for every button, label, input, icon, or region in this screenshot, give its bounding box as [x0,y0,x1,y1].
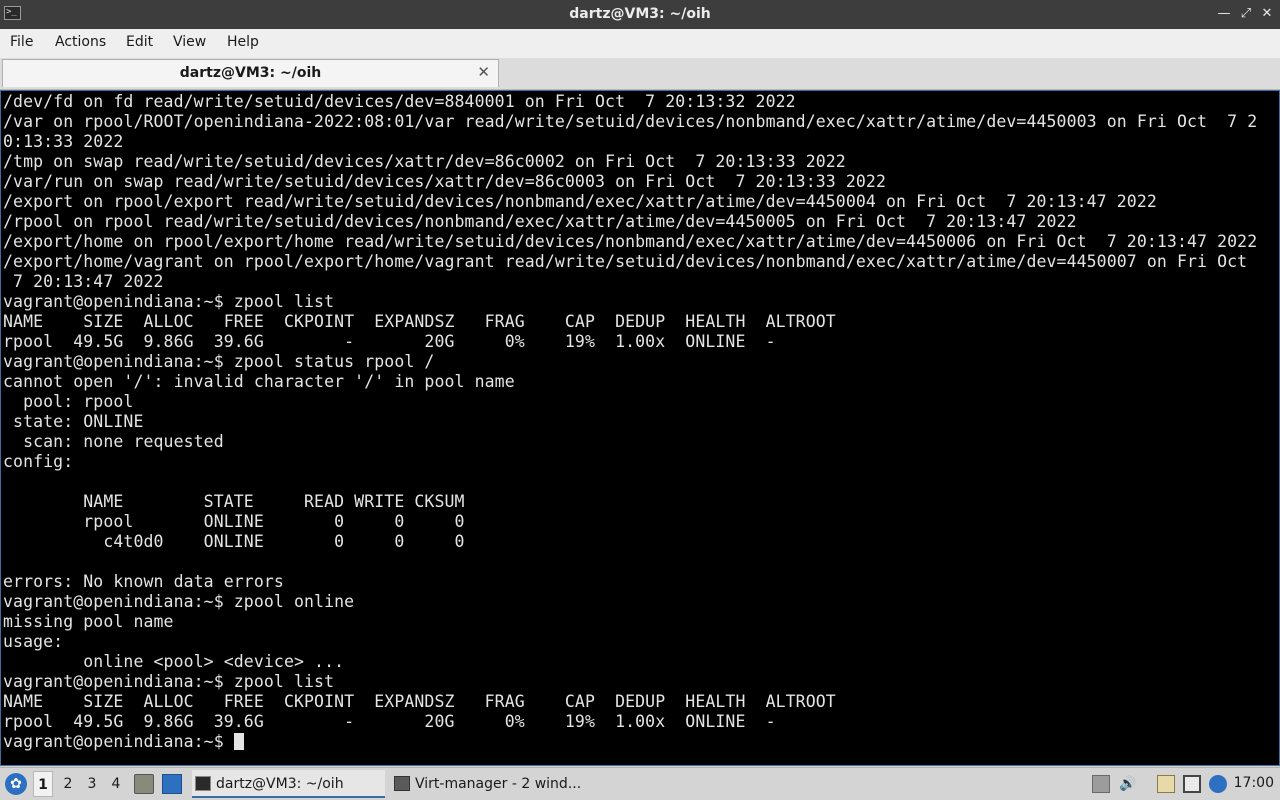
terminal-line: state: ONLINE [3,412,144,431]
clipboard-icon[interactable] [1157,775,1175,793]
tab-bar: dartz@VM3: ~/oih ✕ [0,58,1280,90]
tab-terminal[interactable]: dartz@VM3: ~/oih ✕ [2,59,499,87]
terminal-prompt: vagrant@openindiana:~$ [3,732,234,751]
eject-icon[interactable] [1092,775,1110,793]
terminal-line: missing pool name [3,612,174,631]
clock: 17:00 [1233,775,1274,791]
workspace-2[interactable]: 2 [58,771,78,797]
virt-manager-icon [394,776,410,791]
terminal-icon [195,776,211,791]
menu-help[interactable]: Help [227,34,259,50]
file-manager-icon[interactable] [134,774,154,794]
menu-actions[interactable]: Actions [55,34,106,50]
task-terminal-label: dartz@VM3: ~/oih [216,776,344,792]
terminal-line: rpool 49.5G 9.86G 39.6G - 20G 0% 19% 1.0… [3,332,776,351]
terminal-line: /rpool on rpool read/write/setuid/device… [3,212,1077,231]
workspace-4[interactable]: 4 [106,771,126,797]
terminal-line: /var/run on swap read/write/setuid/devic… [3,172,886,191]
terminal-line: config: [3,452,74,471]
network-icon[interactable] [1183,775,1201,793]
close-button[interactable]: ✕ [1259,5,1275,23]
taskbar: ✿ 1 2 3 4 dartz@VM3: ~/oih Virt-manager … [0,767,1280,800]
terminal-line: /export/home/vagrant on rpool/export/hom… [3,252,1248,271]
terminal-line: /export/home on rpool/export/home read/w… [3,232,1258,251]
terminal-line: pool: rpool [3,392,134,411]
minimize-button[interactable]: — [1216,5,1232,23]
terminal-output: /dev/fd on fd read/write/setuid/devices/… [3,92,1257,752]
task-virt-manager-label: Virt-manager - 2 wind... [415,776,582,792]
terminal-line: 7 20:13:47 2022 [3,272,164,291]
terminal-line: scan: none requested [3,432,224,451]
menu-file[interactable]: File [10,34,33,50]
terminal-line: errors: No known data errors [3,572,284,591]
terminal-line: /tmp on swap read/write/setuid/devices/x… [3,152,846,171]
updates-icon[interactable] [1209,775,1227,793]
terminal-line: /export on rpool/export read/write/setui… [3,192,1157,211]
menu-edit[interactable]: Edit [126,34,153,50]
task-terminal[interactable]: dartz@VM3: ~/oih [192,770,385,798]
terminal-line: vagrant@openindiana:~$ zpool list [3,672,335,691]
terminal-line: NAME SIZE ALLOC FREE CKPOINT EXPANDSZ FR… [3,692,836,711]
show-desktop-icon[interactable] [162,774,182,794]
workspace-1[interactable]: 1 [33,771,53,797]
terminal-line: vagrant@openindiana:~$ zpool status rpoo… [3,352,435,371]
terminal-view[interactable]: /dev/fd on fd read/write/setuid/devices/… [0,90,1280,766]
terminal-line: rpool 49.5G 9.86G 39.6G - 20G 0% 19% 1.0… [3,712,776,731]
terminal-prompt-line[interactable]: vagrant@openindiana:~$ [3,732,1257,752]
terminal-line: rpool ONLINE 0 0 0 [3,512,465,531]
terminal-line: NAME SIZE ALLOC FREE CKPOINT EXPANDSZ FR… [3,312,836,331]
terminal-line: NAME STATE READ WRITE CKSUM [3,492,465,511]
maximize-button[interactable]: ⤢ [1238,5,1254,23]
terminal-line: /dev/fd on fd read/write/setuid/devices/… [3,92,796,111]
task-virt-manager[interactable]: Virt-manager - 2 wind... [391,770,591,798]
terminal-line: /var on rpool/ROOT/openindiana-2022:08:0… [3,112,1258,131]
terminal-line: 0:13:33 2022 [3,132,124,151]
terminal-line: cannot open '/': invalid character '/' i… [3,372,515,391]
terminal-line: online <pool> <device> ... [3,652,345,671]
text-cursor [233,733,244,750]
window-title: dartz@VM3: ~/oih [569,6,711,22]
terminal-line: usage: [3,632,64,651]
terminal-line: vagrant@openindiana:~$ zpool list [3,292,335,311]
volume-icon[interactable]: 🔊 [1119,775,1137,793]
window-titlebar[interactable]: >_ dartz@VM3: ~/oih — ⤢ ✕ [0,0,1280,29]
tab-close-icon[interactable]: ✕ [477,63,490,81]
menubar: File Actions Edit View Help [0,29,1280,58]
tab-label: dartz@VM3: ~/oih [179,65,322,81]
menu-view[interactable]: View [173,34,206,50]
workspace-3[interactable]: 3 [82,771,102,797]
terminal-line: vagrant@openindiana:~$ zpool online [3,592,355,611]
start-menu-icon[interactable]: ✿ [5,773,27,795]
terminal-line: c4t0d0 ONLINE 0 0 0 [3,532,465,551]
